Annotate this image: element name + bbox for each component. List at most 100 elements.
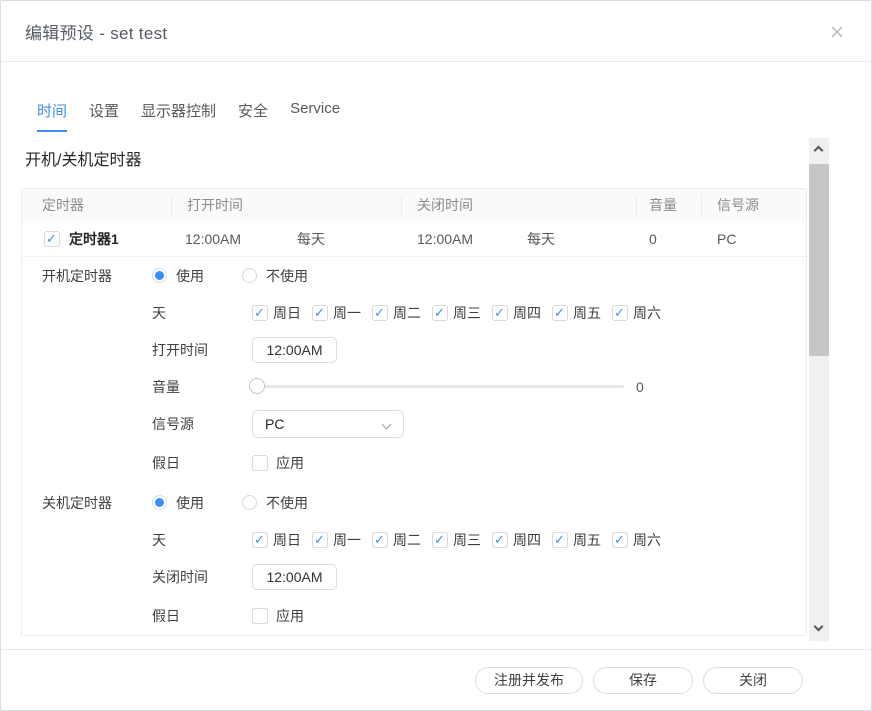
- tab-settings[interactable]: 设置: [89, 100, 119, 132]
- off-timer-mode-row: 关机定时器 使用 不使用: [22, 484, 806, 521]
- timer-name: 定时器1: [69, 229, 119, 249]
- on-day-tue-checkbox[interactable]: [372, 305, 388, 321]
- dialog-footer: 注册并发布 保存 关闭: [1, 649, 871, 710]
- off-day-tue-checkbox[interactable]: [372, 532, 388, 548]
- tab-display-control[interactable]: 显示器控制: [141, 100, 216, 132]
- off-day-thu-label: 周四: [513, 530, 541, 550]
- on-day-tue-label: 周二: [393, 303, 421, 323]
- on-timer-not-use-radio[interactable]: [242, 268, 257, 283]
- tab-time[interactable]: 时间: [37, 100, 67, 132]
- scrollbar-up-icon: [814, 146, 824, 156]
- off-days-label: 天: [152, 530, 252, 550]
- on-day-wed-checkbox[interactable]: [432, 305, 448, 321]
- off-holiday-label: 假日: [152, 606, 252, 626]
- off-day-thu-checkbox[interactable]: [492, 532, 508, 548]
- off-holiday-apply-label: 应用: [276, 606, 304, 626]
- off-day-sun-label: 周日: [273, 530, 301, 550]
- save-button[interactable]: 保存: [593, 667, 693, 694]
- close-button[interactable]: ×: [823, 19, 851, 47]
- off-time-row: 关闭时间 12:00AM: [22, 558, 806, 595]
- off-timer-not-use-radio[interactable]: [242, 495, 257, 510]
- on-day-thu-label: 周四: [513, 303, 541, 323]
- on-day-wed-label: 周三: [453, 303, 481, 323]
- table-row[interactable]: 定时器1 12:00AM 每天 12:00AM 每天 0 PC: [22, 221, 806, 257]
- col-source: 信号源: [702, 195, 808, 215]
- on-day-thu-checkbox[interactable]: [492, 305, 508, 321]
- off-day-sat-checkbox[interactable]: [612, 532, 628, 548]
- volume-slider-track[interactable]: [252, 385, 624, 388]
- timer-row-checkbox[interactable]: [44, 231, 60, 247]
- dialog-header: 编辑预设 - set test: [1, 1, 871, 62]
- dialog-title: 编辑预设 - set test: [25, 19, 167, 44]
- on-timer-label: 开机定时器: [22, 266, 152, 286]
- volume-slider-handle[interactable]: [249, 378, 265, 394]
- off-day-wed-checkbox[interactable]: [432, 532, 448, 548]
- on-day-sun-checkbox[interactable]: [252, 305, 268, 321]
- scrollbar-thumb[interactable]: [809, 164, 829, 356]
- on-source-row: 信号源 PC: [22, 405, 806, 442]
- scrollbar[interactable]: [809, 138, 829, 641]
- source-select[interactable]: PC: [252, 410, 404, 438]
- off-timer-use-radio[interactable]: [152, 495, 167, 510]
- off-timer-label: 关机定时器: [22, 493, 152, 513]
- off-day-sat-label: 周六: [633, 530, 661, 550]
- row-off-time: 12:00AM: [402, 231, 520, 247]
- chevron-down-icon: [382, 419, 392, 429]
- on-timer-not-use-label: 不使用: [266, 266, 308, 286]
- section-title: 开机/关机定时器: [25, 146, 871, 170]
- on-volume-label: 音量: [152, 377, 252, 397]
- row-on-repeat: 每天: [287, 229, 402, 249]
- off-holiday-row: 假日 应用: [22, 595, 806, 637]
- row-source: PC: [702, 231, 808, 247]
- off-day-fri-checkbox[interactable]: [552, 532, 568, 548]
- on-holiday-checkbox[interactable]: [252, 455, 268, 471]
- off-day-mon-label: 周一: [333, 530, 361, 550]
- col-timer: 定时器: [22, 195, 172, 215]
- close-icon: ×: [830, 21, 844, 45]
- off-time-button[interactable]: 12:00AM: [252, 564, 337, 590]
- off-day-fri-label: 周五: [573, 530, 601, 550]
- source-select-value: PC: [265, 416, 284, 432]
- off-day-tue-label: 周二: [393, 530, 421, 550]
- on-holiday-label: 假日: [152, 453, 252, 473]
- row-off-repeat: 每天: [520, 229, 637, 249]
- off-day-sun-checkbox[interactable]: [252, 532, 268, 548]
- tab-bar: 时间 设置 显示器控制 安全 Service: [1, 100, 871, 132]
- on-timer-days-row: 天 周日 周一 周二 周三 周四 周五 周六: [22, 294, 806, 331]
- volume-value: 0: [636, 379, 644, 395]
- scrollbar-up-button[interactable]: [809, 138, 829, 158]
- col-off-time: 关闭时间: [402, 195, 637, 215]
- on-holiday-row: 假日 应用: [22, 442, 806, 484]
- on-time-button[interactable]: 12:00AM: [252, 337, 337, 363]
- scrollbar-down-button[interactable]: [809, 619, 829, 639]
- on-holiday-apply-label: 应用: [276, 453, 304, 473]
- col-on-time: 打开时间: [172, 195, 402, 215]
- off-day-wed-label: 周三: [453, 530, 481, 550]
- tab-security[interactable]: 安全: [238, 100, 268, 132]
- edit-preset-dialog: 编辑预设 - set test × 时间 设置 显示器控制 安全 Service…: [0, 0, 872, 711]
- row-volume: 0: [637, 231, 702, 247]
- off-time-label: 关闭时间: [152, 567, 252, 587]
- off-timer-not-use-label: 不使用: [266, 493, 308, 513]
- on-day-fri-label: 周五: [573, 303, 601, 323]
- on-time-label: 打开时间: [152, 340, 252, 360]
- register-publish-button[interactable]: 注册并发布: [475, 667, 583, 694]
- timer-table-header: 定时器 打开时间 关闭时间 音量 信号源: [22, 189, 806, 221]
- on-day-mon-checkbox[interactable]: [312, 305, 328, 321]
- on-day-mon-label: 周一: [333, 303, 361, 323]
- on-volume-row: 音量 0: [22, 368, 806, 405]
- on-timer-use-radio[interactable]: [152, 268, 167, 283]
- off-timer-days-row: 天 周日 周一 周二 周三 周四 周五 周六: [22, 521, 806, 558]
- content-viewport: 开机/关机定时器 定时器 打开时间 关闭时间 音量 信号源 定时器1 12:00…: [1, 132, 871, 641]
- off-holiday-checkbox[interactable]: [252, 608, 268, 624]
- col-volume: 音量: [637, 195, 702, 215]
- off-timer-use-label: 使用: [176, 493, 204, 513]
- scrollbar-down-icon: [814, 622, 824, 632]
- on-day-fri-checkbox[interactable]: [552, 305, 568, 321]
- off-day-mon-checkbox[interactable]: [312, 532, 328, 548]
- on-timer-use-label: 使用: [176, 266, 204, 286]
- on-day-sat-checkbox[interactable]: [612, 305, 628, 321]
- tab-service[interactable]: Service: [290, 100, 340, 132]
- close-dialog-button[interactable]: 关闭: [703, 667, 803, 694]
- on-time-row: 打开时间 12:00AM: [22, 331, 806, 368]
